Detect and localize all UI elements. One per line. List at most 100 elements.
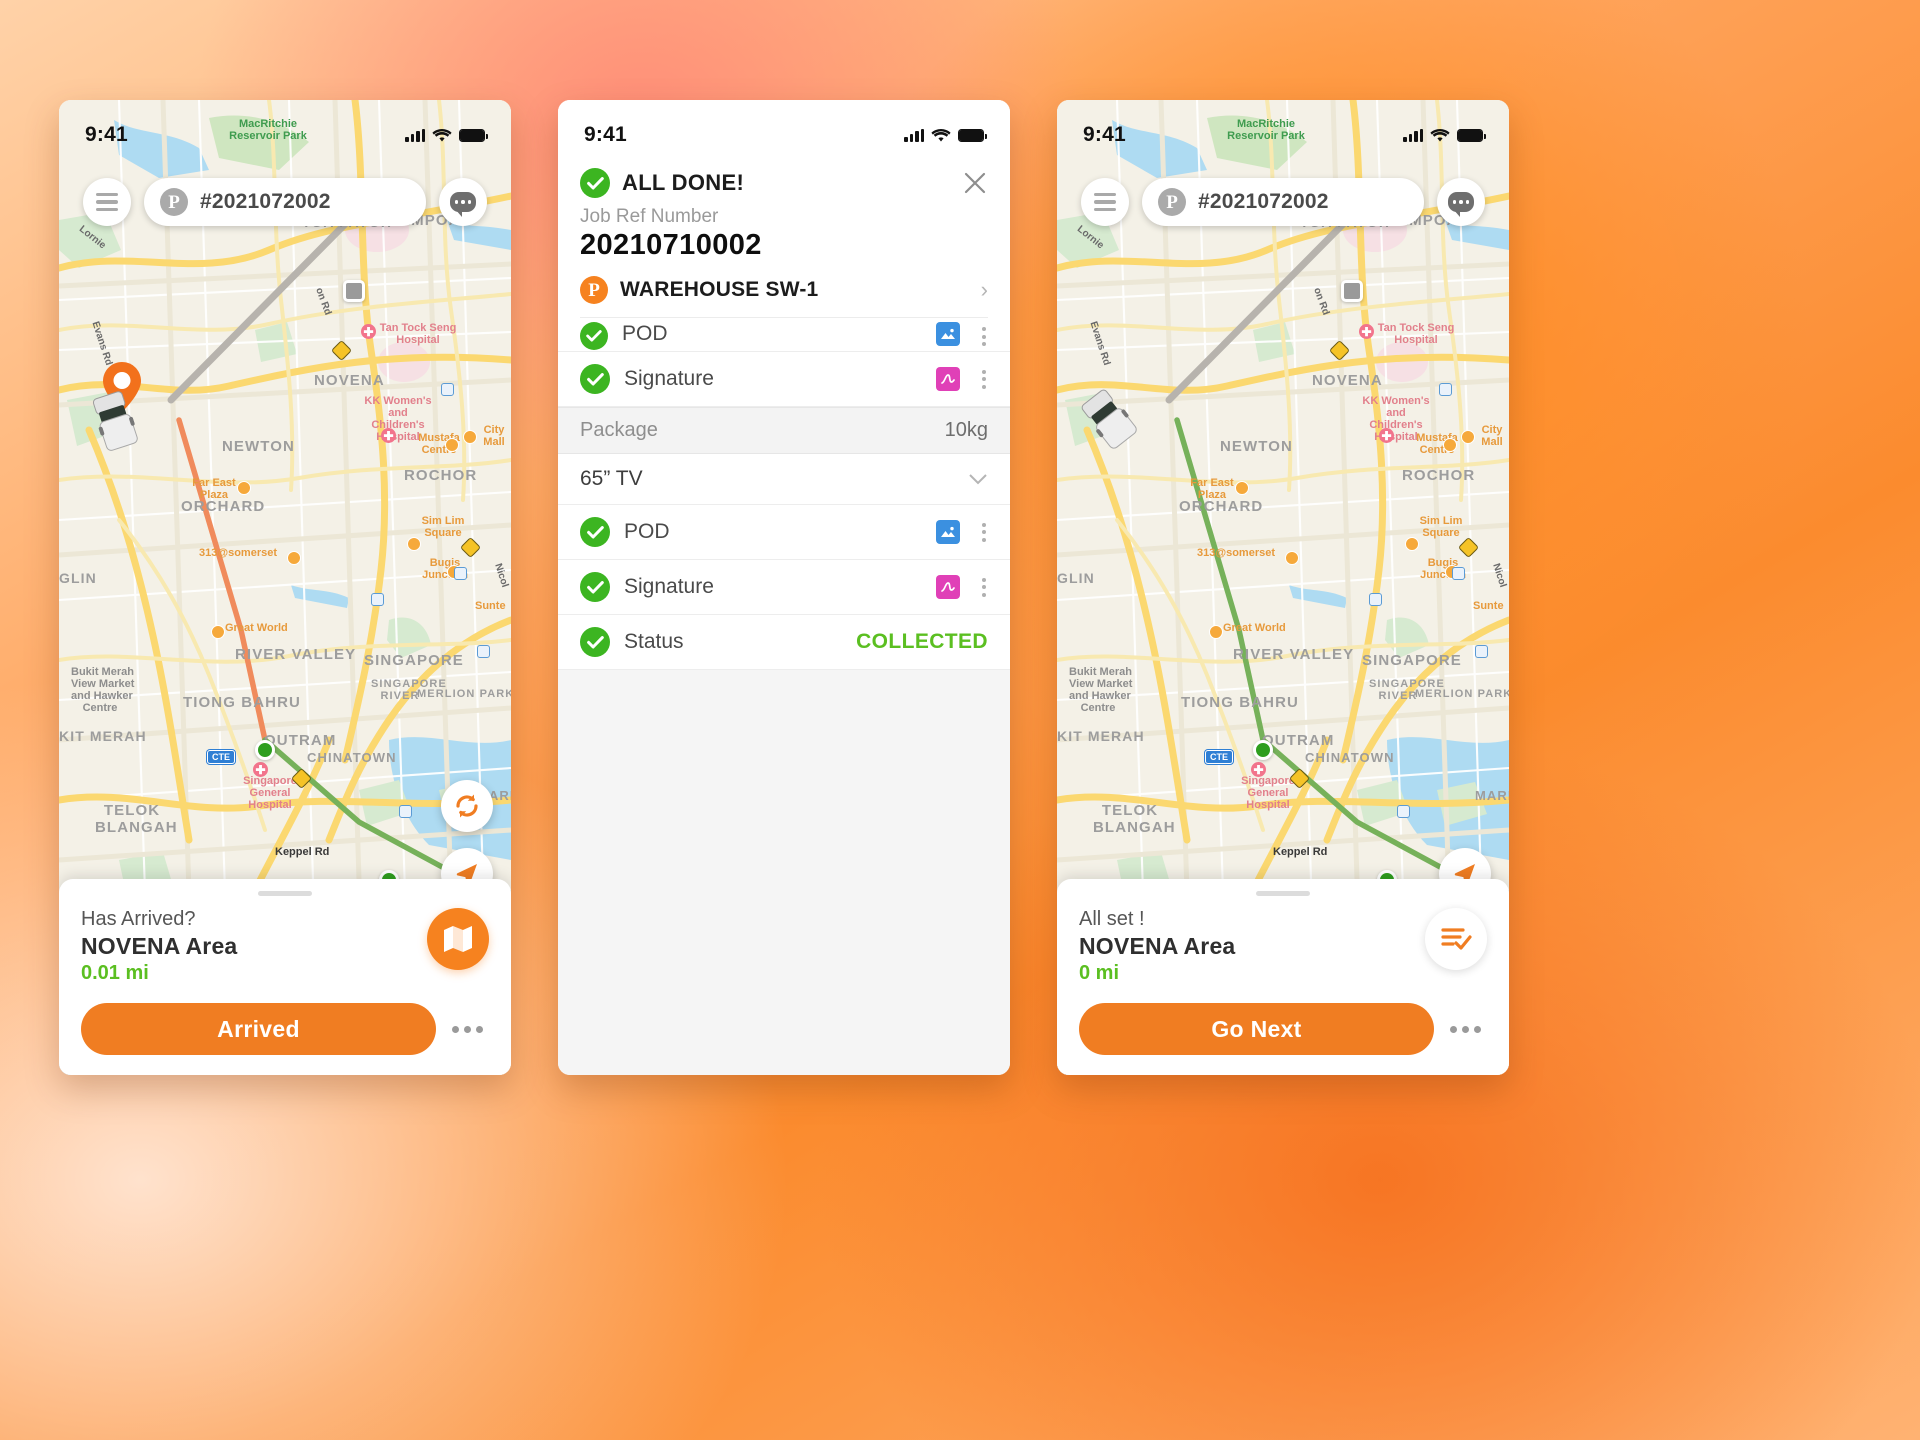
chat-button[interactable] [439, 178, 487, 226]
checklist-icon [1441, 928, 1472, 950]
poi-dot-icon [1461, 430, 1475, 444]
phone-screen-arrived: MacRitchieReservoir Park WHAMPOA TOA PAY… [59, 100, 511, 1075]
task-row-signature-bottom[interactable]: Signature [558, 560, 1010, 615]
task-row-status[interactable]: Status COLLECTED [558, 615, 1010, 670]
transit-marker-icon [371, 593, 384, 606]
sheet-distance: 0.01 mi [81, 962, 149, 984]
poi-dot-icon [237, 481, 251, 495]
sheet-place: NOVENA Area [81, 933, 238, 959]
go-next-button[interactable]: Go Next [1079, 1003, 1434, 1055]
job-detail-header: ALL DONE! Job Ref Number 20210710002 P W… [558, 100, 1010, 318]
hamburger-icon [1094, 192, 1116, 212]
transit-marker-icon [454, 567, 467, 580]
check-circle-icon [580, 322, 608, 350]
refresh-icon [456, 794, 478, 818]
check-circle-icon [580, 168, 610, 198]
task-label: POD [624, 520, 670, 543]
highway-shield-cte: CTE [207, 750, 235, 764]
status-badge: COLLECTED [856, 630, 988, 653]
poi-dot-icon [1209, 625, 1223, 639]
hospital-marker-icon: ✚ [1359, 324, 1374, 339]
package-header-row: Package 10kg [558, 407, 1010, 454]
refresh-button[interactable] [441, 780, 493, 832]
job-search-bar[interactable]: P #2021072002 [1142, 178, 1424, 226]
map-icon [444, 926, 472, 952]
open-map-button[interactable] [427, 908, 489, 970]
chat-button[interactable] [1437, 178, 1485, 226]
task-list-bottom: POD Signature Status COLLECTED [558, 505, 1010, 670]
signature-icon[interactable] [936, 575, 960, 599]
transit-marker-icon [1475, 645, 1488, 658]
transit-marker-icon [477, 645, 490, 658]
warehouse-row[interactable]: P WAREHOUSE SW-1 › [580, 262, 988, 318]
parcel-badge-icon: P [1158, 188, 1186, 216]
job-ref-value: 20210710002 [580, 229, 762, 261]
poi-dot-icon [463, 430, 477, 444]
warehouse-name: WAREHOUSE SW-1 [620, 278, 819, 301]
sheet-place: NOVENA Area [1079, 933, 1236, 959]
highway-shield-cte: CTE [1205, 750, 1233, 764]
task-row-pod-top[interactable]: POD [558, 318, 1010, 352]
package-label: Package [580, 419, 658, 441]
sheet-actions-1: Arrived [81, 1003, 489, 1055]
arrived-button[interactable]: Arrived [81, 1003, 436, 1055]
package-item-row[interactable]: 65” TV [558, 454, 1010, 505]
row-menu-button[interactable] [974, 369, 988, 389]
poi-dot-icon [1405, 537, 1419, 551]
row-menu-button[interactable] [974, 522, 988, 542]
poi-dot-icon [287, 551, 301, 565]
task-label: Signature [624, 367, 714, 390]
route-stop-marker[interactable] [255, 740, 275, 760]
transit-marker-icon [441, 383, 454, 396]
row-menu-button[interactable] [974, 327, 988, 346]
transit-marker-icon [1397, 805, 1410, 818]
transit-marker-icon [399, 805, 412, 818]
sheet-text-block: All set ! NOVENA Area 0 mi [1079, 908, 1235, 985]
phone-screen-all-set: MacRitchieReservoir Park WHAMPOA TOA PAY… [1057, 100, 1509, 1075]
sheet-grabber[interactable] [258, 891, 312, 896]
job-detail-view: ALL DONE! Job Ref Number 20210710002 P W… [558, 100, 1010, 1075]
more-horizontal-icon[interactable] [452, 1025, 489, 1033]
hospital-marker-icon: ✚ [1379, 428, 1394, 443]
parcel-badge-icon: P [580, 276, 608, 304]
row-menu-button[interactable] [974, 577, 988, 597]
route-endpoint-marker[interactable] [343, 280, 365, 302]
transit-marker-icon [1452, 567, 1465, 580]
job-search-bar[interactable]: P #2021072002 [144, 178, 426, 226]
all-set-sheet: All set ! NOVENA Area 0 mi Go Next [1057, 879, 1509, 1075]
route-endpoint-marker[interactable] [1341, 280, 1363, 302]
sheet-title: Has Arrived? [81, 908, 196, 930]
status-label: Status [624, 630, 684, 653]
poi-dot-icon [1285, 551, 1299, 565]
open-checklist-button[interactable] [1425, 908, 1487, 970]
poi-dot-icon [1443, 438, 1457, 452]
parcel-badge-icon: P [160, 188, 188, 216]
menu-button[interactable] [1081, 178, 1129, 226]
chevron-down-icon [969, 474, 987, 485]
task-row-pod-bottom[interactable]: POD [558, 505, 1010, 560]
task-label: POD [622, 322, 668, 345]
signature-icon[interactable] [936, 367, 960, 391]
check-circle-icon [580, 572, 610, 602]
all-done-label: ALL DONE! [622, 170, 745, 195]
package-weight: 10kg [944, 419, 988, 441]
sheet-title: All set ! [1079, 908, 1145, 930]
sheet-actions-3: Go Next [1079, 1003, 1487, 1055]
menu-button[interactable] [83, 178, 131, 226]
close-button[interactable] [962, 170, 988, 196]
route-stop-marker[interactable] [1253, 740, 1273, 760]
check-circle-icon [580, 627, 610, 657]
screenshot-canvas: MacRitchieReservoir Park WHAMPOA TOA PAY… [0, 0, 1920, 1440]
poi-dot-icon [211, 625, 225, 639]
chevron-right-icon: › [980, 277, 988, 302]
map-topbar-3: P #2021072002 [1081, 178, 1485, 226]
more-horizontal-icon[interactable] [1450, 1025, 1487, 1033]
close-icon [964, 172, 986, 194]
task-row-signature-top[interactable]: Signature [558, 352, 1010, 407]
photo-icon[interactable] [936, 322, 960, 346]
hamburger-icon [96, 192, 118, 212]
hospital-marker-icon: ✚ [361, 324, 376, 339]
photo-icon[interactable] [936, 520, 960, 544]
hospital-marker-icon: ✚ [253, 762, 268, 777]
sheet-grabber[interactable] [1256, 891, 1310, 896]
